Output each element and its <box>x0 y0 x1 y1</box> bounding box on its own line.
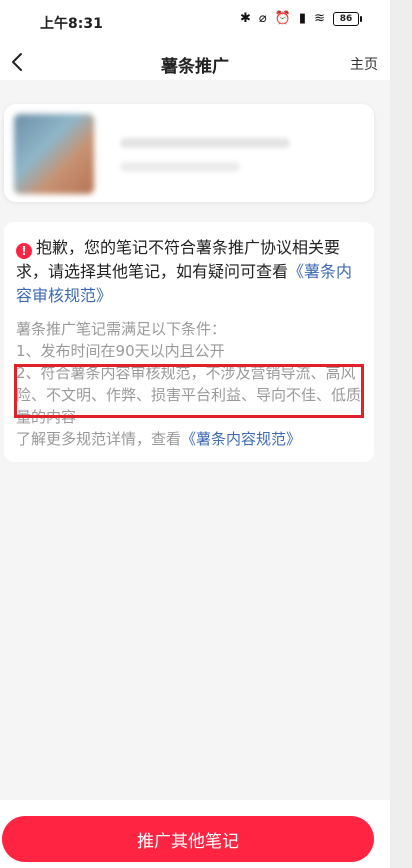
wifi-icon: ≋ <box>314 11 325 26</box>
screen: 上午8:31 ✱ ⌀ ⏰ ▮ ≋ 86 薯条推广 主页 ! 抱歉，您的笔记不符合薯… <box>0 0 390 868</box>
note-preview-card[interactable] <box>4 104 374 202</box>
bluetooth-icon: ✱ <box>240 11 251 26</box>
alarm-icon: ⏰ <box>274 11 291 26</box>
content-rules-link[interactable]: 《薯条内容规范》 <box>181 430 301 448</box>
mute-icon: ⌀ <box>258 11 267 26</box>
home-link[interactable]: 主页 <box>350 54 378 74</box>
error-icon: ! <box>16 243 32 259</box>
blurred-title-line <box>120 138 290 148</box>
condition-2: 2、符合薯条内容审核规范，不涉及营销导流、高风险、不文明、作弊、损害平台利益、导… <box>16 364 362 426</box>
nav-bar: 薯条推广 主页 <box>0 44 390 80</box>
page-title: 薯条推广 <box>161 57 229 77</box>
promote-other-notes-button[interactable]: 推广其他笔记 <box>2 816 374 862</box>
conditions-block: 薯条推广笔记需满足以下条件： 1、发布时间在90天以内且公开 2、符合薯条内容审… <box>16 318 362 450</box>
status-bar: 上午8:31 ✱ ⌀ ⏰ ▮ ≋ 86 <box>0 0 390 44</box>
battery-icon: 86 <box>332 11 362 26</box>
more-rules-prefix: 了解更多规范详情，查看 <box>16 430 182 448</box>
battery-level: 86 <box>339 13 353 24</box>
blurred-meta-line <box>120 162 240 172</box>
status-icons: ✱ ⌀ ⏰ ▮ ≋ 86 <box>240 11 362 26</box>
note-thumbnail <box>14 114 94 194</box>
status-time: 上午8:31 <box>40 16 103 32</box>
signal-icon: ▮ <box>298 11 307 26</box>
condition-1: 1、发布时间在90天以内且公开 <box>16 342 225 360</box>
conditions-title: 薯条推广笔记需满足以下条件： <box>16 320 227 338</box>
right-edge-panel <box>390 0 412 868</box>
error-message: ! 抱歉，您的笔记不符合薯条推广协议相关要求，请选择其他笔记，如有疑问可查看《薯条… <box>16 236 360 308</box>
more-rules-line: 了解更多规范详情，查看《薯条内容规范》 <box>16 428 362 450</box>
rejection-message-card: ! 抱歉，您的笔记不符合薯条推广协议相关要求，请选择其他笔记，如有疑问可查看《薯条… <box>4 222 374 462</box>
bottom-action-area: 推广其他笔记 <box>0 800 390 868</box>
